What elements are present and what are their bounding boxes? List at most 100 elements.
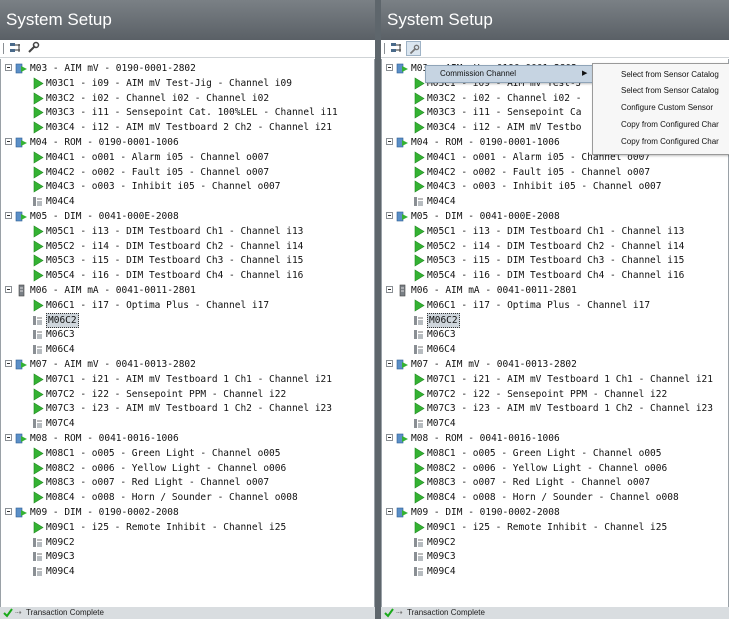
tree-channel-node[interactable]: M09C2: [1, 535, 374, 550]
tree-channel-node[interactable]: M06C1 - i17 - Optima Plus - Channel i17: [1, 298, 374, 313]
tree-module-node[interactable]: M09 - DIM - 0190-0002-2008: [1, 505, 374, 520]
collapse-toggle-icon[interactable]: [386, 212, 393, 219]
collapse-toggle-icon[interactable]: [386, 286, 393, 293]
wrench-icon[interactable]: [406, 41, 421, 56]
tree-channel-node[interactable]: M03C2 - i02 - Channel i02 - Channel i02: [1, 91, 374, 106]
tree-module-node[interactable]: M08 - ROM - 0041-0016-1006: [382, 431, 728, 446]
tree-channel-node[interactable]: M05C4 - i16 - DIM Testboard Ch4 - Channe…: [382, 268, 728, 283]
tree-channel-node[interactable]: M06C4: [382, 342, 728, 357]
tree-channel-node[interactable]: M06C3: [382, 327, 728, 342]
tree-channel-node[interactable]: M08C3 - o007 - Red Light - Channel o007: [1, 475, 374, 490]
tree-channel-node[interactable]: M08C1 - o005 - Green Light - Channel o00…: [1, 446, 374, 461]
collapse-toggle-icon[interactable]: [386, 64, 393, 71]
tree-channel-node[interactable]: M06C2: [382, 312, 728, 328]
tree-channel-node[interactable]: M06C3: [1, 327, 374, 342]
tree-channel-node[interactable]: M07C1 - i21 - AIM mV Testboard 1 Ch1 - C…: [382, 372, 728, 387]
play-triangle-icon: [31, 92, 44, 105]
tree-channel-node[interactable]: M04C2 - o002 - Fault i05 - Channel o007: [382, 165, 728, 180]
play-triangle-icon: [31, 240, 44, 253]
tree-channel-node[interactable]: M03C3 - i11 - Sensepoint Cat. 100%LEL - …: [1, 105, 374, 120]
play-triangle-icon: [31, 373, 44, 386]
submenu-item-configure-custom[interactable]: Configure Custom Sensor: [621, 101, 713, 115]
tree-channel-node[interactable]: M07C4: [1, 416, 374, 431]
tree-channel-node[interactable]: M04C4: [382, 194, 728, 209]
tree-node-label: M09 - DIM - 0190-0002-2008: [30, 507, 179, 518]
collapse-toggle-icon[interactable]: [386, 434, 393, 441]
tree-channel-node[interactable]: M07C1 - i21 - AIM mV Testboard 1 Ch1 - C…: [1, 372, 374, 387]
collapse-toggle-icon[interactable]: [5, 212, 12, 219]
tree-channel-node[interactable]: M09C2: [382, 535, 728, 550]
tree-module-node[interactable]: M06 - AIM mA - 0041-0011-2801: [382, 283, 728, 298]
tree-channel-node[interactable]: M07C2 - i22 - Sensepoint PPM - Channel i…: [1, 387, 374, 402]
play-triangle-icon: [31, 106, 44, 119]
collapse-toggle-icon[interactable]: [386, 138, 393, 145]
tree-channel-node[interactable]: M08C1 - o005 - Green Light - Channel o00…: [382, 446, 728, 461]
tree-module-node[interactable]: M05 - DIM - 0041-000E-2008: [382, 209, 728, 224]
tree-channel-node[interactable]: M09C4: [382, 564, 728, 579]
tree-channel-node[interactable]: M05C4 - i16 - DIM Testboard Ch4 - Channe…: [1, 268, 374, 283]
tree-channel-node[interactable]: M03C4 - i12 - AIM mV Testboard 2 Ch2 - C…: [1, 120, 374, 135]
tree-module-node[interactable]: M09 - DIM - 0190-0002-2008: [382, 505, 728, 520]
submenu-item-copy-configured[interactable]: Copy from Configured Char: [621, 118, 719, 132]
collapse-toggle-icon[interactable]: [386, 360, 393, 367]
tree-module-node[interactable]: M04 - ROM - 0190-0001-1006: [1, 135, 374, 150]
tree-channel-node[interactable]: M04C4: [1, 194, 374, 209]
tree-channel-node[interactable]: M09C1 - i25 - Remote Inhibit - Channel i…: [1, 520, 374, 535]
collapse-toggle-icon[interactable]: [5, 64, 12, 71]
tree-channel-node[interactable]: M08C2 - o006 - Yellow Light - Channel o0…: [1, 461, 374, 476]
tree-node-label: M05 - DIM - 0041-000E-2008: [411, 211, 560, 222]
collapse-toggle-icon[interactable]: [5, 508, 12, 515]
tree-channel-node[interactable]: M07C4: [382, 416, 728, 431]
tree-channel-node[interactable]: M04C3 - o003 - Inhibit i05 - Channel o00…: [382, 179, 728, 194]
tree-node-label: M04C1 - o001 - Alarm i05 - Channel o007: [46, 151, 270, 163]
arrow-icon: ⇢: [396, 608, 403, 617]
collapse-toggle-icon[interactable]: [386, 508, 393, 515]
menu-item-commission-channel[interactable]: Commission Channel: [440, 66, 516, 82]
tree-module-node[interactable]: M03 - AIM mV - 0190-0001-2802: [1, 61, 374, 76]
tree-channel-node[interactable]: M09C3: [1, 549, 374, 564]
tree-module-node[interactable]: M07 - AIM mV - 0041-0013-2802: [382, 357, 728, 372]
tree-module-node[interactable]: M05 - DIM - 0041-000E-2008: [1, 209, 374, 224]
tree-channel-node[interactable]: M05C1 - i13 - DIM Testboard Ch1 - Channe…: [382, 224, 728, 239]
tree-channel-node[interactable]: M05C3 - i15 - DIM Testboard Ch3 - Channe…: [382, 253, 728, 268]
wrench-icon[interactable]: [25, 41, 40, 56]
tree-channel-node[interactable]: M08C2 - o006 - Yellow Light - Channel o0…: [382, 461, 728, 476]
collapse-toggle-icon[interactable]: [5, 360, 12, 367]
tree-channel-node[interactable]: M03C1 - i09 - AIM mV Test-Jig - Channel …: [1, 76, 374, 91]
tree-channel-node[interactable]: M05C3 - i15 - DIM Testboard Ch3 - Channe…: [1, 253, 374, 268]
tree-channel-node[interactable]: M09C1 - i25 - Remote Inhibit - Channel i…: [382, 520, 728, 535]
tree-channel-node[interactable]: M08C4 - o008 - Horn / Sounder - Channel …: [382, 490, 728, 505]
submenu-item-copy-configured-2[interactable]: Copy from Configured Char: [621, 135, 719, 149]
tree-channel-node[interactable]: M06C2: [1, 312, 374, 328]
tree-node-label: M08C2 - o006 - Yellow Light - Channel o0…: [46, 462, 287, 474]
tree-module-node[interactable]: M07 - AIM mV - 0041-0013-2802: [1, 357, 374, 372]
collapse-toggle-icon[interactable]: [5, 434, 12, 441]
sensor-channel-icon: [412, 328, 425, 341]
tree-channel-node[interactable]: M07C3 - i23 - AIM mV Testboard 1 Ch2 - C…: [1, 401, 374, 416]
tree-node-label: M08C3 - o007 - Red Light - Channel o007: [427, 477, 651, 489]
tree-node-label: M07C3 - i23 - AIM mV Testboard 1 Ch2 - C…: [46, 403, 332, 415]
submenu-item-select-catalog-2[interactable]: Select from Sensor Catalog: [621, 84, 719, 98]
tree-module-node[interactable]: M06 - AIM mA - 0041-0011-2801: [1, 283, 374, 298]
collapse-toggle-icon[interactable]: [5, 286, 12, 293]
tree-channel-node[interactable]: M05C2 - i14 - DIM Testboard Ch2 - Channe…: [382, 239, 728, 254]
collapse-toggle-icon[interactable]: [5, 138, 12, 145]
tree-node-label: M06C1 - i17 - Optima Plus - Channel i17: [427, 299, 651, 311]
tree-channel-node[interactable]: M08C4 - o008 - Horn / Sounder - Channel …: [1, 490, 374, 505]
sensor-tree-icon[interactable]: [389, 41, 404, 56]
tree-channel-node[interactable]: M05C1 - i13 - DIM Testboard Ch1 - Channe…: [1, 224, 374, 239]
sensor-tree-icon[interactable]: [8, 41, 23, 56]
tree-channel-node[interactable]: M09C3: [382, 549, 728, 564]
tree-channel-node[interactable]: M08C3 - o007 - Red Light - Channel o007: [382, 475, 728, 490]
tree-channel-node[interactable]: M07C2 - i22 - Sensepoint PPM - Channel i…: [382, 387, 728, 402]
tree-channel-node[interactable]: M05C2 - i14 - DIM Testboard Ch2 - Channe…: [1, 239, 374, 254]
tree-channel-node[interactable]: M09C4: [1, 564, 374, 579]
tree-module-node[interactable]: M08 - ROM - 0041-0016-1006: [1, 431, 374, 446]
tree-channel-node[interactable]: M07C3 - i23 - AIM mV Testboard 1 Ch2 - C…: [382, 401, 728, 416]
tree-channel-node[interactable]: M04C1 - o001 - Alarm i05 - Channel o007: [1, 150, 374, 165]
tree-channel-node[interactable]: M04C2 - o002 - Fault i05 - Channel o007: [1, 165, 374, 180]
tree-channel-node[interactable]: M06C1 - i17 - Optima Plus - Channel i17: [382, 298, 728, 313]
tree-channel-node[interactable]: M04C3 - o003 - Inhibit i05 - Channel o00…: [1, 179, 374, 194]
submenu-item-select-catalog[interactable]: Select from Sensor Catalog: [621, 68, 719, 82]
tree-channel-node[interactable]: M06C4: [1, 342, 374, 357]
